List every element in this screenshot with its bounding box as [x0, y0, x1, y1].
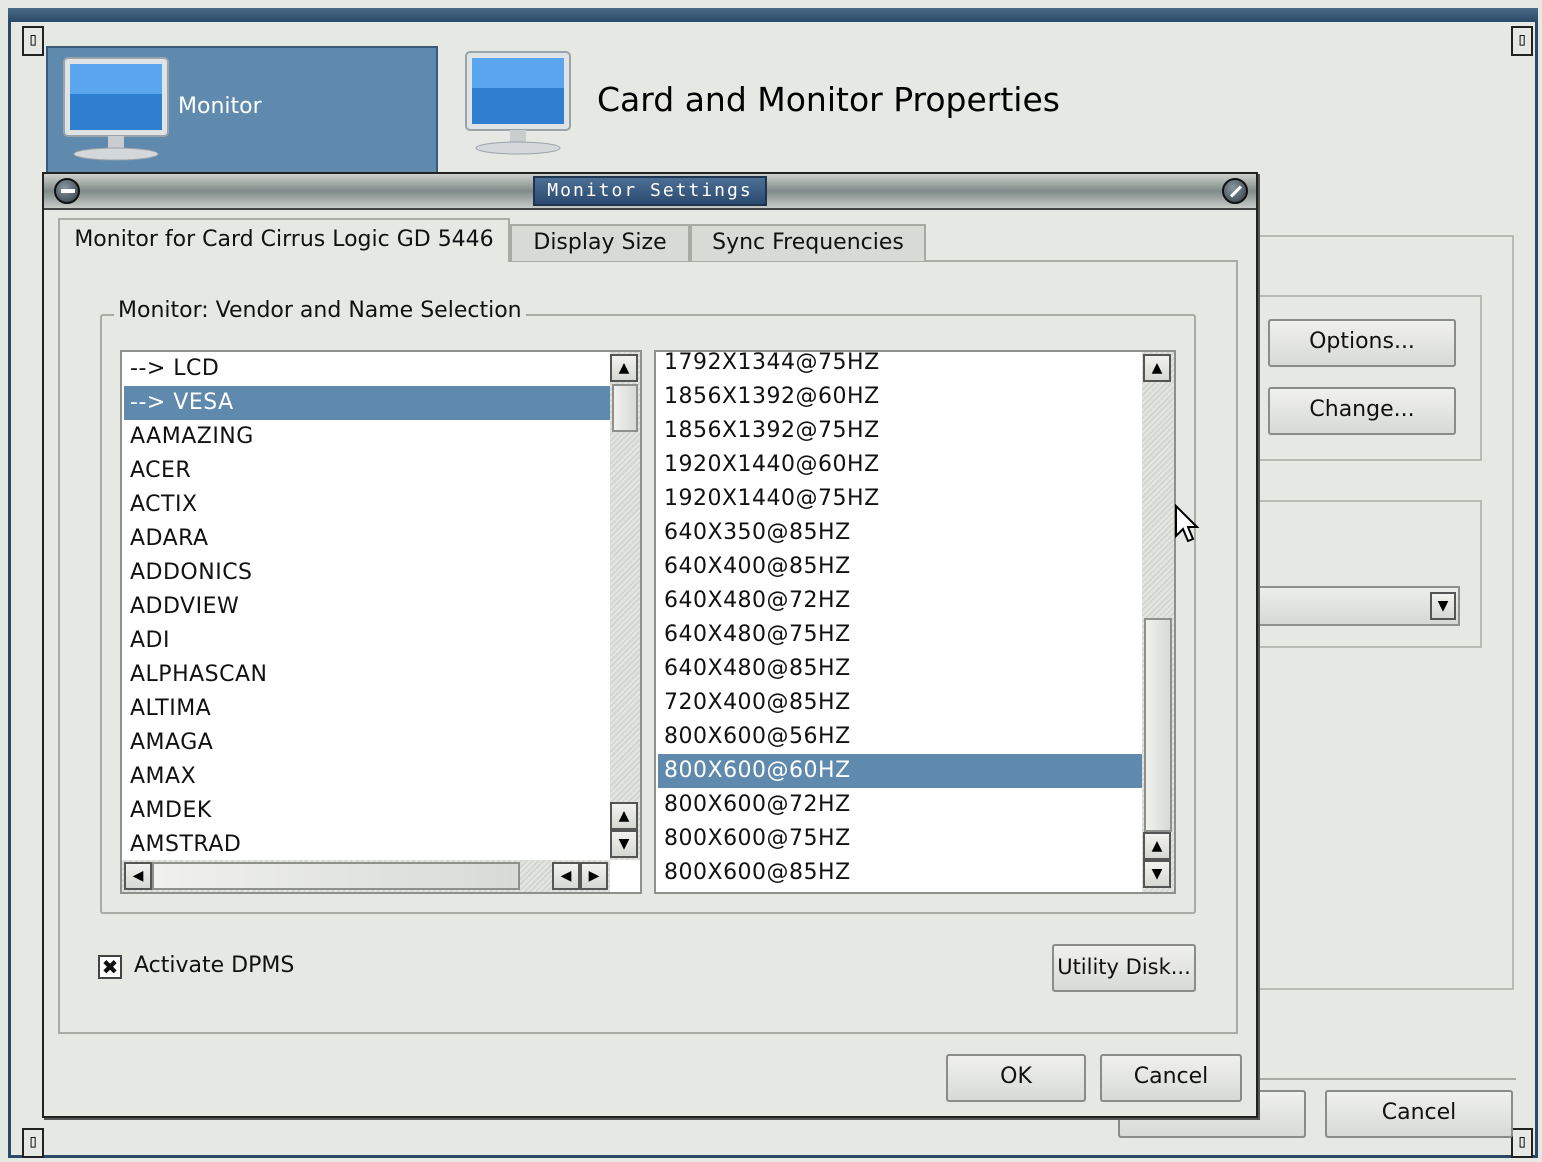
scroll-up-icon[interactable]: ▲ [610, 802, 638, 830]
mouse-cursor-icon [1175, 504, 1200, 543]
sidebar-item-label: Monitor [178, 94, 262, 119]
change-button[interactable]: Change... [1268, 387, 1456, 435]
page-title: Card and Monitor Properties [597, 80, 1060, 119]
chevron-down-icon[interactable]: ▼ [1430, 592, 1456, 620]
scroll-up-icon[interactable]: ▲ [1143, 354, 1171, 382]
mode-list-item[interactable]: 1856X1392@60HZ [658, 380, 1142, 414]
minimize-icon-glyph [61, 189, 75, 193]
mode-list-item[interactable]: 1920X1440@75HZ [658, 482, 1142, 516]
mode-list-item[interactable]: 1856X1392@75HZ [658, 414, 1142, 448]
tab-sync-frequencies[interactable]: Sync Frequencies [690, 224, 926, 261]
vendor-hscrollbar-thumb[interactable] [152, 862, 520, 890]
vendor-list-item[interactable]: ACER [124, 454, 612, 488]
utility-disk-button[interactable]: Utility Disk... [1052, 944, 1196, 992]
window-corner-handle-top-left[interactable]: ▯ [22, 26, 44, 56]
vendor-list-item[interactable]: ACTIX [124, 488, 612, 522]
activate-dpms-checkbox[interactable]: ✖ [98, 955, 122, 979]
vendor-list-item[interactable]: AAMAZING [124, 420, 612, 454]
vendor-list-item[interactable]: AMAGA [124, 726, 612, 760]
vendor-list-item[interactable]: ALTIMA [124, 692, 612, 726]
vendor-list-item[interactable]: --> LCD [124, 352, 612, 386]
cancel-button[interactable]: Cancel [1100, 1054, 1242, 1102]
mode-list-item[interactable]: 640X400@85HZ [658, 550, 1142, 584]
vendor-list[interactable]: --> LCD --> VESA AAMAZING ACER ACTIX ADARA ADD… [120, 350, 642, 894]
scroll-down-icon[interactable]: ▼ [610, 830, 638, 858]
monitor-icon [63, 57, 169, 161]
mode-list-item[interactable]: 640X480@85HZ [658, 652, 1142, 686]
window-corner-handle-top-right[interactable]: ▯ [1511, 26, 1533, 56]
activate-dpms-label: Activate DPMS [134, 953, 295, 978]
vendor-list-item[interactable]: AMDEK [124, 794, 612, 828]
divider [1240, 1078, 1516, 1080]
window-corner-handle-bottom-left[interactable]: ▯ [22, 1128, 44, 1158]
mode-list[interactable]: 1792X1344@75HZ 1856X1392@60HZ 1856X1392@75… [654, 350, 1176, 894]
vendor-scrollbar-thumb[interactable] [612, 384, 638, 432]
scroll-left-icon[interactable]: ◀ [124, 862, 152, 890]
vendor-list-item[interactable]: AMSTRAD [124, 828, 612, 862]
mode-list-item[interactable]: 640X480@75HZ [658, 618, 1142, 652]
mode-list-item[interactable]: 1920X1440@60HZ [658, 448, 1142, 482]
mode-list-item[interactable]: 800X600@85HZ [658, 856, 1142, 890]
vendor-list-item[interactable]: ALPHASCAN [124, 658, 612, 692]
mode-scrollbar-thumb[interactable] [1144, 618, 1172, 832]
vendor-list-item[interactable]: ADDVIEW [124, 590, 612, 624]
options-button[interactable]: Options... [1268, 319, 1456, 367]
vendor-list-item[interactable]: ADARA [124, 522, 612, 556]
scroll-down-icon[interactable]: ▼ [1143, 860, 1171, 888]
scroll-up-icon[interactable]: ▲ [1143, 832, 1171, 860]
scroll-right-icon[interactable]: ▶ [580, 862, 608, 890]
monitor-icon [465, 51, 571, 155]
vendor-list-item[interactable]: ADDONICS [124, 556, 612, 590]
mode-list-item[interactable]: 800X600@56HZ [658, 720, 1142, 754]
main-window-titlebar[interactable] [8, 8, 1538, 22]
tab-display-size[interactable]: Display Size [510, 224, 690, 261]
group-label: Monitor: Vendor and Name Selection [114, 298, 526, 323]
scroll-up-icon[interactable]: ▲ [610, 354, 638, 382]
dialog-title: Monitor Settings [533, 176, 767, 206]
mode-list-item[interactable]: 800X600@75HZ [658, 822, 1142, 856]
mode-list-item[interactable]: 800X600@72HZ [658, 788, 1142, 822]
mode-list-item[interactable]: 640X350@85HZ [658, 516, 1142, 550]
window-corner-handle-bottom-right[interactable]: ▯ [1511, 1128, 1533, 1158]
vendor-list-item[interactable]: AMAX [124, 760, 612, 794]
tab-monitor-for-card[interactable]: Monitor for Card Cirrus Logic GD 5446 [58, 218, 510, 262]
scroll-left-icon[interactable]: ◀ [552, 862, 580, 890]
mode-list-item[interactable]: 1792X1344@75HZ [658, 352, 1142, 380]
ok-button[interactable]: OK [946, 1054, 1086, 1102]
background-dropdown[interactable] [1240, 586, 1460, 626]
mode-list-item[interactable]: 720X400@85HZ [658, 686, 1142, 720]
vendor-list-item[interactable]: ADI [124, 624, 612, 658]
background-cancel-button[interactable]: Cancel [1325, 1090, 1513, 1138]
vendor-list-item[interactable]: --> VESA [124, 386, 612, 420]
mode-list-item[interactable]: 800X600@60HZ [658, 754, 1142, 788]
mode-list-item[interactable]: 640X480@72HZ [658, 584, 1142, 618]
